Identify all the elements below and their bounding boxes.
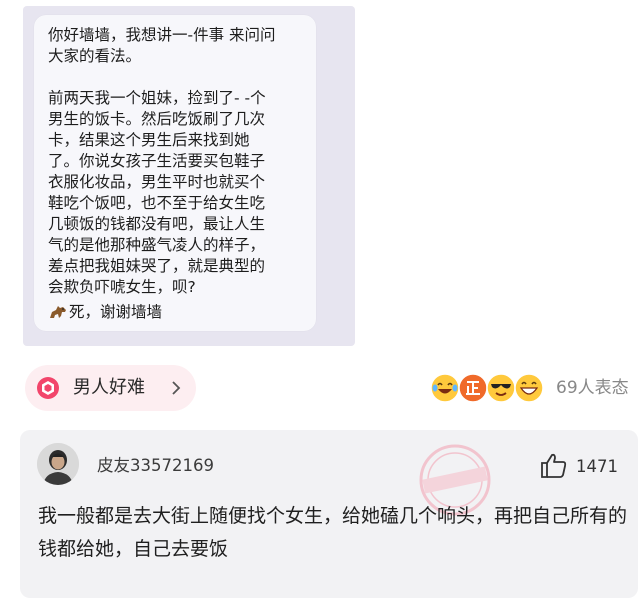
user-avatar-icon [37, 443, 79, 485]
topic-label: 男人好难 [73, 377, 145, 398]
comment-card[interactable]: 皮友33572169 1471 我一般都是去大街上随便找个女生，给她磕几个响头，… [20, 430, 638, 598]
laughing-tears-emoji [430, 373, 460, 403]
reaction-emoji-group[interactable] [430, 371, 550, 405]
comment-text: 我一般都是去大街上随便找个女生，给她磕几个响头，再把自己所有的钱都给她，自己去要… [38, 505, 628, 560]
chevron-right-icon [172, 381, 181, 395]
topic-tag-chip[interactable]: 男人好难 [25, 365, 196, 411]
sunglasses-emoji [486, 373, 516, 403]
horse-emoji-icon [50, 306, 66, 318]
post-closing-text: 死，谢谢墙墙 [69, 303, 163, 321]
comment-username[interactable]: 皮友33572169 [97, 455, 214, 477]
post-image-card[interactable]: 你好墙墙，我想讲一-件事 来问问 大家的看法。 前两天我一个姐妹，捡到了- -个… [23, 6, 355, 346]
reaction-count[interactable]: 69人表态 [556, 377, 629, 399]
thumbs-up-icon[interactable] [540, 452, 568, 479]
post-body-text: 你好墙墙，我想讲一-件事 来问问 大家的看法。 前两天我一个姐妹，捡到了- -个… [48, 26, 276, 296]
like-count: 1471 [576, 457, 618, 476]
grinning-emoji [514, 373, 544, 403]
topic-hexagon-icon [37, 377, 59, 399]
message-bubble: 你好墙墙，我想讲一-件事 来问问 大家的看法。 前两天我一个姐妹，捡到了- -个… [34, 15, 316, 331]
avatar[interactable] [37, 443, 79, 485]
zheng-badge-emoji [458, 373, 488, 403]
